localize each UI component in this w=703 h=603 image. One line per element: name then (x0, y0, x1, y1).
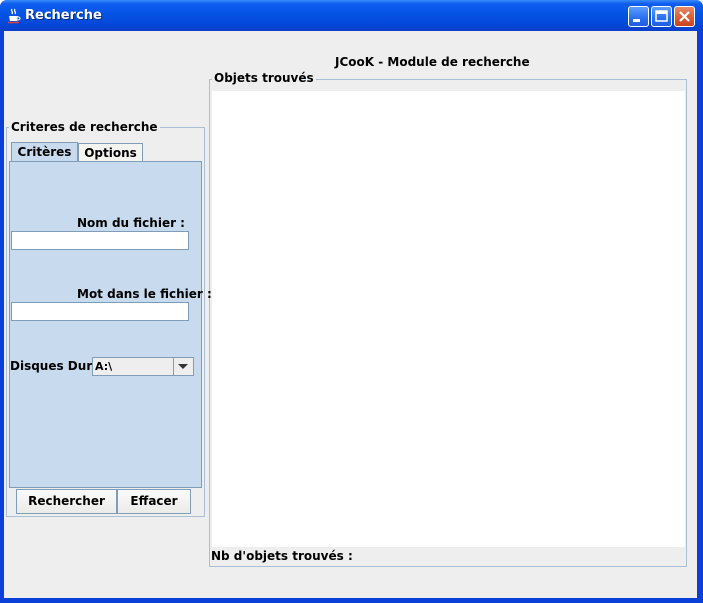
chevron-down-icon[interactable] (173, 358, 193, 375)
word-field[interactable] (11, 302, 189, 321)
close-icon (679, 11, 690, 22)
close-button[interactable] (674, 6, 695, 27)
tab-options[interactable]: Options (78, 143, 143, 162)
drives-select[interactable]: A:\ (92, 357, 194, 376)
criteria-tab-panel (9, 161, 202, 488)
word-label: Mot dans le fichier : (77, 287, 212, 301)
window-title: Recherche (25, 8, 102, 23)
drives-selected-value: A:\ (95, 360, 113, 373)
clear-button[interactable]: Effacer (117, 489, 191, 514)
filename-field[interactable] (11, 231, 189, 250)
java-cup-icon (8, 8, 21, 24)
filename-label: Nom du fichier : (77, 216, 185, 230)
minimize-button[interactable] (628, 6, 649, 27)
results-list[interactable] (212, 91, 685, 547)
page-title: JCooK - Module de recherche (335, 55, 530, 69)
results-count-label: Nb d'objets trouvés : (211, 549, 353, 563)
results-group-title: Objets trouvés (212, 71, 316, 85)
title-bar[interactable]: Recherche (0, 0, 703, 31)
criteria-group-title: Criteres de recherche (9, 120, 160, 134)
maximize-button[interactable] (651, 6, 672, 27)
search-button[interactable]: Rechercher (16, 489, 117, 514)
application-window: Recherche JCooK - Module de recherche Ob… (0, 0, 703, 603)
minimize-icon (633, 19, 640, 22)
maximize-icon (655, 10, 668, 22)
tab-criteres[interactable]: Critères (11, 142, 78, 162)
